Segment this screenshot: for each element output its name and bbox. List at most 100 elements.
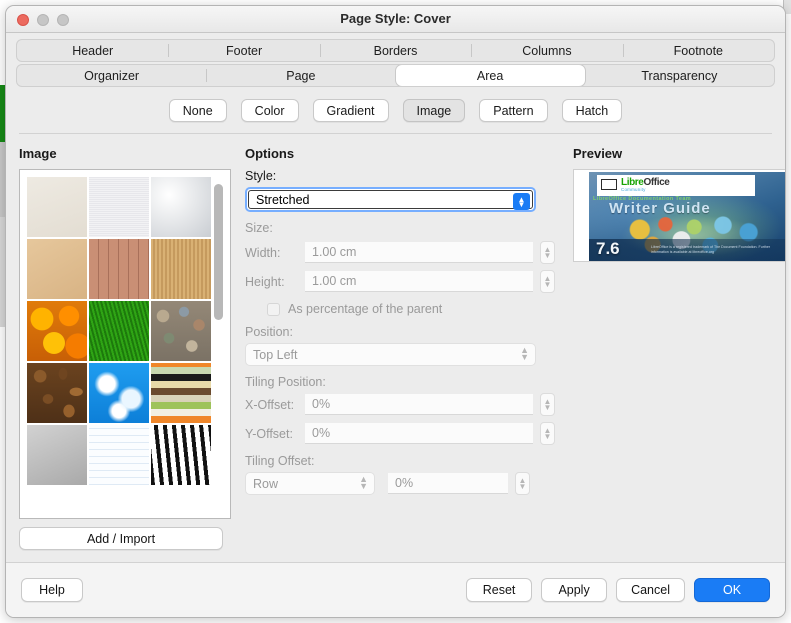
x-offset-stepper[interactable]: ▲ ▼ [540,393,555,416]
reset-button[interactable]: Reset [466,578,533,602]
chevron-updown-icon: ▲ ▼ [359,475,368,491]
cancel-button[interactable]: Cancel [616,578,685,602]
tab-organizer[interactable]: Organizer [17,65,206,86]
tab-footnote[interactable]: Footnote [622,40,774,61]
fill-type-button-group: None Color Gradient Image Pattern Hatch [6,87,785,133]
y-offset-label: Y-Offset: [245,426,293,441]
cover-image-preview: LibreOffice Community LibreOffice Docume… [589,172,785,261]
height-input[interactable]: 1.00 cm [305,271,533,292]
position-dropdown-value: Top Left [253,347,298,362]
options-column: Options Style: Stretched ▲ ▼ Size: Width… [245,146,555,562]
apply-button[interactable]: Apply [541,578,608,602]
tab-row-primary: Header Footer Borders Columns Footnote [16,39,775,62]
image-scrollbar-thumb[interactable] [214,184,223,320]
y-offset-row: Y-Offset: 0% ▲ ▼ [245,422,555,445]
tab-columns[interactable]: Columns [471,40,622,61]
help-button[interactable]: Help [21,578,83,602]
page-style-dialog: Page Style: Cover Header Footer Borders Col… [5,5,786,618]
chevron-down-glyph: ▼ [517,199,526,209]
ok-button[interactable]: OK [694,578,770,602]
dialog-body: Image Add / Import Options Style: Stretc… [6,134,785,562]
image-section-heading: Image [19,146,57,161]
image-scrollbar-track[interactable] [214,176,227,514]
cover-version: 7.6 [596,239,620,258]
tiling-offset-stepper[interactable]: ▲ ▼ [515,472,530,495]
x-offset-label: X-Offset: [245,397,295,412]
image-thumbnail[interactable] [151,301,211,361]
cover-logo-band: LibreOffice Community [597,175,755,196]
image-thumbnail[interactable] [89,363,149,423]
image-column: Image Add / Import [19,146,231,562]
image-thumbnail[interactable] [151,177,211,237]
chevron-down-glyph: ▼ [543,250,552,260]
chevron-down-glyph: ▼ [543,431,552,441]
fill-type-hatch-button[interactable]: Hatch [561,99,623,122]
cover-title: Writer Guide [609,200,711,217]
image-listbox[interactable] [19,169,231,519]
tab-transparency[interactable]: Transparency [585,65,774,86]
fill-type-color-button[interactable]: Color [240,99,299,122]
image-thumbnail[interactable] [27,363,87,423]
fill-type-pattern-button[interactable]: Pattern [479,99,548,122]
tiling-offset-row: Row ▲ ▼ 0% ▲ ▼ [245,472,555,495]
percentage-of-parent-row[interactable]: As percentage of the parent [245,302,555,316]
tiling-offset-mode-dropdown[interactable]: Row ▲ ▼ [245,472,375,495]
preview-box: LibreOffice Community LibreOffice Docume… [573,169,785,262]
image-thumbnail[interactable] [151,239,211,299]
dialog-footer: Help Reset Apply Cancel OK [6,563,785,617]
y-offset-input[interactable]: 0% [305,423,533,444]
image-thumbnail[interactable] [89,177,149,237]
chevron-down-glyph: ▼ [359,481,368,491]
tab-borders[interactable]: Borders [319,40,471,61]
tiling-offset-input[interactable]: 0% [388,473,508,494]
percentage-of-parent-label: As percentage of the parent [288,302,443,316]
preview-column: Preview LibreOffice Community LibreOffic… [573,146,785,562]
image-thumbnail[interactable] [89,425,149,485]
width-label: Width: [245,245,281,260]
percentage-of-parent-checkbox[interactable] [267,302,280,316]
image-thumbnail[interactable] [27,301,87,361]
chevron-down-glyph: ▼ [518,481,527,491]
image-thumbnail[interactable] [27,239,87,299]
tab-page[interactable]: Page [206,65,395,86]
style-combobox-value: Stretched [256,192,310,207]
cover-footnote: LibreOffice is a registered trademark of… [651,245,771,254]
chevron-updown-icon[interactable]: ▲ ▼ [513,193,530,210]
chevron-updown-icon: ▲ ▼ [520,346,529,362]
fill-type-image-button[interactable]: Image [402,99,466,122]
position-label: Position: [245,325,293,339]
chevron-down-glyph: ▼ [543,402,552,412]
style-combobox[interactable]: Stretched ▲ ▼ [245,187,536,212]
width-stepper[interactable]: ▲ ▼ [540,241,555,264]
image-thumbnail[interactable] [27,177,87,237]
add-import-button[interactable]: Add / Import [19,527,223,550]
tab-row-secondary: Organizer Page Area Transparency [16,64,775,87]
tab-footer[interactable]: Footer [168,40,319,61]
logo-tagline: Community [621,187,646,192]
tiling-offset-mode-value: Row [253,476,279,491]
y-offset-stepper[interactable]: ▲ ▼ [540,422,555,445]
position-dropdown[interactable]: Top Left ▲ ▼ [245,343,536,366]
chevron-down-glyph: ▼ [520,352,529,362]
style-combobox-inner[interactable]: Stretched ▲ ▼ [248,190,533,210]
chevron-down-glyph: ▼ [543,279,552,289]
image-thumbnail[interactable] [89,239,149,299]
image-thumbnail[interactable] [89,301,149,361]
logo-secondary-text: Office [643,177,670,188]
image-thumbnail[interactable] [27,425,87,485]
x-offset-row: X-Offset: 0% ▲ ▼ [245,393,555,416]
tiling-position-label: Tiling Position: [245,375,326,389]
x-offset-input[interactable]: 0% [305,394,533,415]
tab-area[interactable]: Area [395,65,585,86]
tab-header[interactable]: Header [17,40,168,61]
options-section-heading: Options [245,146,295,161]
width-input[interactable]: 1.00 cm [305,242,533,263]
height-stepper[interactable]: ▲ ▼ [540,270,555,293]
image-thumbnail[interactable] [151,425,211,485]
fill-type-gradient-button[interactable]: Gradient [312,99,389,122]
image-thumbnail[interactable] [151,363,211,423]
height-label: Height: [245,274,285,289]
height-row: Height: 1.00 cm ▲ ▼ [245,270,555,293]
preview-section-heading: Preview [573,146,623,161]
fill-type-none-button[interactable]: None [168,99,227,122]
